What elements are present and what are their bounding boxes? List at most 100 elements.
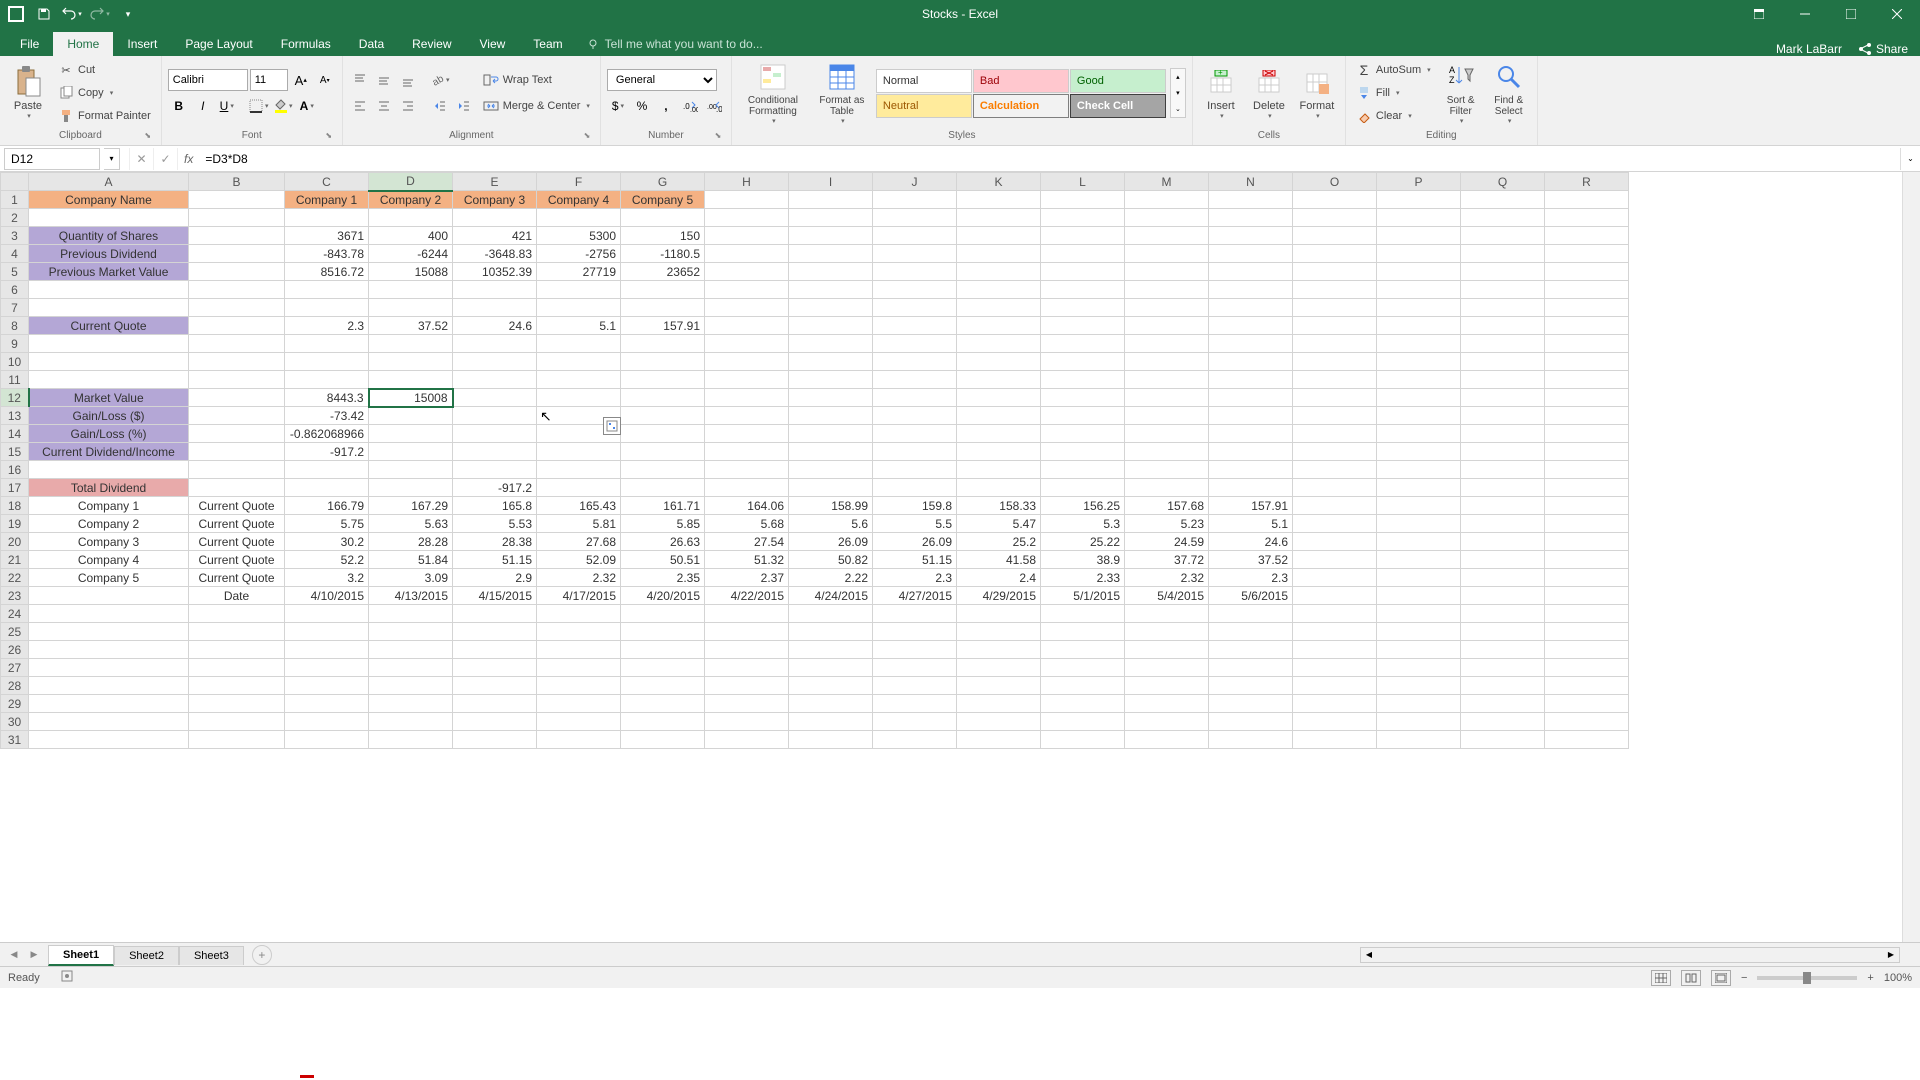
cell-N24[interactable] bbox=[1209, 605, 1293, 623]
clipboard-launcher-icon[interactable]: ⬊ bbox=[143, 131, 153, 141]
cell-D22[interactable]: 3.09 bbox=[369, 569, 453, 587]
cell-A31[interactable] bbox=[29, 731, 189, 749]
cell-O10[interactable] bbox=[1293, 353, 1377, 371]
cell-R27[interactable] bbox=[1545, 659, 1629, 677]
cell-E12[interactable] bbox=[453, 389, 537, 407]
sheet-tab-3[interactable]: Sheet3 bbox=[179, 946, 244, 965]
cell-Q31[interactable] bbox=[1461, 731, 1545, 749]
cell-P2[interactable] bbox=[1377, 209, 1461, 227]
cell-M10[interactable] bbox=[1125, 353, 1209, 371]
increase-decimal-icon[interactable]: .0.00 bbox=[679, 95, 701, 117]
cell-A10[interactable] bbox=[29, 353, 189, 371]
cell-C11[interactable] bbox=[285, 371, 369, 389]
cell-H3[interactable] bbox=[705, 227, 789, 245]
cell-G30[interactable] bbox=[621, 713, 705, 731]
cell-L18[interactable]: 156.25 bbox=[1041, 497, 1125, 515]
cell-P10[interactable] bbox=[1377, 353, 1461, 371]
delete-cells-button[interactable]: Delete▾ bbox=[1247, 64, 1291, 122]
cell-H11[interactable] bbox=[705, 371, 789, 389]
cell-J21[interactable]: 51.15 bbox=[873, 551, 957, 569]
user-name[interactable]: Mark LaBarr bbox=[1776, 42, 1842, 56]
new-sheet-button[interactable]: + bbox=[252, 945, 272, 965]
cell-O23[interactable] bbox=[1293, 587, 1377, 605]
cell-R24[interactable] bbox=[1545, 605, 1629, 623]
col-header-B[interactable]: B bbox=[189, 173, 285, 191]
cell-E7[interactable] bbox=[453, 299, 537, 317]
cell-L2[interactable] bbox=[1041, 209, 1125, 227]
cell-J13[interactable] bbox=[873, 407, 957, 425]
cell-F18[interactable]: 165.43 bbox=[537, 497, 621, 515]
cell-R1[interactable] bbox=[1545, 191, 1629, 209]
cell-H10[interactable] bbox=[705, 353, 789, 371]
cell-N9[interactable] bbox=[1209, 335, 1293, 353]
cell-B13[interactable] bbox=[189, 407, 285, 425]
cell-N7[interactable] bbox=[1209, 299, 1293, 317]
cell-K1[interactable] bbox=[957, 191, 1041, 209]
cell-D4[interactable]: -6244 bbox=[369, 245, 453, 263]
wrap-text-button[interactable]: Wrap Text bbox=[479, 69, 594, 91]
cell-O9[interactable] bbox=[1293, 335, 1377, 353]
cell-E29[interactable] bbox=[453, 695, 537, 713]
orientation-icon[interactable]: ab▾ bbox=[429, 69, 451, 91]
cell-D27[interactable] bbox=[369, 659, 453, 677]
cell-D12[interactable]: 15008 bbox=[369, 389, 453, 407]
cell-R6[interactable] bbox=[1545, 281, 1629, 299]
cell-B14[interactable] bbox=[189, 425, 285, 443]
cell-M3[interactable] bbox=[1125, 227, 1209, 245]
cell-H18[interactable]: 164.06 bbox=[705, 497, 789, 515]
cell-K10[interactable] bbox=[957, 353, 1041, 371]
cell-F19[interactable]: 5.81 bbox=[537, 515, 621, 533]
cell-O29[interactable] bbox=[1293, 695, 1377, 713]
cell-H29[interactable] bbox=[705, 695, 789, 713]
cell-E23[interactable]: 4/15/2015 bbox=[453, 587, 537, 605]
tell-me-search[interactable]: Tell me what you want to do... bbox=[577, 32, 773, 56]
cell-R28[interactable] bbox=[1545, 677, 1629, 695]
cell-D10[interactable] bbox=[369, 353, 453, 371]
cell-B6[interactable] bbox=[189, 281, 285, 299]
cell-G13[interactable] bbox=[621, 407, 705, 425]
insert-cells-button[interactable]: +Insert▾ bbox=[1199, 64, 1243, 122]
cell-M19[interactable]: 5.23 bbox=[1125, 515, 1209, 533]
zoom-slider[interactable] bbox=[1757, 976, 1857, 980]
cell-K18[interactable]: 158.33 bbox=[957, 497, 1041, 515]
cell-C7[interactable] bbox=[285, 299, 369, 317]
cell-M15[interactable] bbox=[1125, 443, 1209, 461]
cell-Q2[interactable] bbox=[1461, 209, 1545, 227]
cell-E28[interactable] bbox=[453, 677, 537, 695]
cell-Q21[interactable] bbox=[1461, 551, 1545, 569]
cell-C22[interactable]: 3.2 bbox=[285, 569, 369, 587]
cell-J12[interactable] bbox=[873, 389, 957, 407]
fill-button[interactable]: Fill▾ bbox=[1352, 82, 1435, 104]
cell-K11[interactable] bbox=[957, 371, 1041, 389]
cell-C14[interactable]: -0.862068966 bbox=[285, 425, 369, 443]
cell-L5[interactable] bbox=[1041, 263, 1125, 281]
cell-L19[interactable]: 5.3 bbox=[1041, 515, 1125, 533]
cell-R25[interactable] bbox=[1545, 623, 1629, 641]
cell-H14[interactable] bbox=[705, 425, 789, 443]
cell-E10[interactable] bbox=[453, 353, 537, 371]
cell-O17[interactable] bbox=[1293, 479, 1377, 497]
cell-F30[interactable] bbox=[537, 713, 621, 731]
cell-O7[interactable] bbox=[1293, 299, 1377, 317]
cell-Q16[interactable] bbox=[1461, 461, 1545, 479]
cell-I26[interactable] bbox=[789, 641, 873, 659]
cell-H1[interactable] bbox=[705, 191, 789, 209]
cell-L12[interactable] bbox=[1041, 389, 1125, 407]
cell-M8[interactable] bbox=[1125, 317, 1209, 335]
cell-G29[interactable] bbox=[621, 695, 705, 713]
cell-B23[interactable]: Date bbox=[189, 587, 285, 605]
cell-G9[interactable] bbox=[621, 335, 705, 353]
increase-indent-icon[interactable] bbox=[453, 95, 475, 117]
cell-I13[interactable] bbox=[789, 407, 873, 425]
cell-N4[interactable] bbox=[1209, 245, 1293, 263]
style-good[interactable]: Good bbox=[1070, 69, 1166, 93]
cell-P16[interactable] bbox=[1377, 461, 1461, 479]
cell-C18[interactable]: 166.79 bbox=[285, 497, 369, 515]
zoom-out-icon[interactable]: − bbox=[1741, 972, 1747, 984]
cell-P3[interactable] bbox=[1377, 227, 1461, 245]
cell-K12[interactable] bbox=[957, 389, 1041, 407]
share-button[interactable]: Share bbox=[1858, 42, 1908, 56]
cell-L11[interactable] bbox=[1041, 371, 1125, 389]
cell-G15[interactable] bbox=[621, 443, 705, 461]
cell-N15[interactable] bbox=[1209, 443, 1293, 461]
